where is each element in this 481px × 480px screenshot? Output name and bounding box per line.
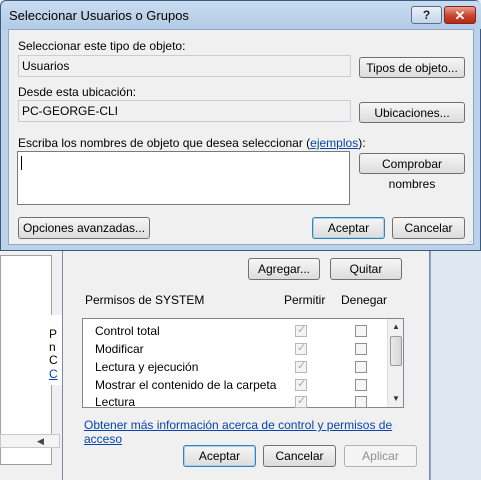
remove-button[interactable]: Quitar <box>330 258 402 280</box>
permissions-list: Control total ✓ Modificar ✓ Lectura y ej… <box>82 318 404 411</box>
help-button[interactable]: ? <box>411 6 442 24</box>
dialog-title: Seleccionar Usuarios o Grupos <box>9 8 189 23</box>
allow-checkbox[interactable]: ✓ <box>295 342 307 355</box>
permission-label: Control total <box>95 324 160 338</box>
permission-label: Lectura y ejecución <box>95 360 199 374</box>
deny-column-header: Denegar <box>341 293 388 307</box>
scroll-thumb[interactable] <box>390 336 402 366</box>
permission-row: Control total ✓ <box>95 322 395 340</box>
permission-label: Modificar <box>95 342 144 356</box>
title-bar[interactable]: Seleccionar Usuarios o Grupos ? ✕ <box>1 1 481 29</box>
checkmark-icon: ✓ <box>297 395 307 407</box>
text-caret <box>21 156 22 170</box>
permission-row: Mostrar el contenido de la carpeta ✓ <box>95 376 395 394</box>
scroll-down-arrow-icon[interactable]: ▼ <box>388 391 404 406</box>
location-label: Desde esta ubicación: <box>18 85 137 99</box>
resize-grip-icon[interactable]: ⋰ <box>467 238 477 249</box>
object-type-label: Seleccionar este tipo de objeto: <box>18 39 186 53</box>
cancel-button[interactable]: Cancelar <box>392 217 465 239</box>
scroll-left-arrow-icon[interactable]: ◀ <box>37 436 44 447</box>
close-icon: ✕ <box>454 8 466 23</box>
deny-checkbox[interactable] <box>355 325 367 337</box>
locations-button[interactable]: Ubicaciones... <box>359 102 465 123</box>
permission-row: Modificar ✓ <box>95 340 395 358</box>
check-names-button[interactable]: Comprobar nombres <box>359 153 465 191</box>
allow-column-header: Permitir <box>284 293 326 307</box>
background-horizontal-scrollbar[interactable]: ◀ <box>0 434 60 448</box>
location-field: PC-GEORGE-CLI <box>18 100 351 122</box>
permissions-cancel-button[interactable]: Cancelar <box>263 445 336 467</box>
background-text-fragment: C <box>49 353 58 367</box>
dialog-body: Seleccionar este tipo de objeto: Usuario… <box>8 29 474 245</box>
examples-link[interactable]: ejemplos <box>310 136 358 150</box>
object-types-button[interactable]: Tipos de objeto... <box>359 57 465 78</box>
object-names-label: Escriba los nombres de objeto que desea … <box>18 136 366 150</box>
background-text-fragment: P <box>49 327 58 341</box>
question-mark-icon: ? <box>422 8 431 22</box>
checkmark-icon: ✓ <box>297 378 307 390</box>
add-button[interactable]: Agregar... <box>248 258 320 280</box>
checkmark-icon: ✓ <box>297 342 307 354</box>
select-users-dialog: Seleccionar Usuarios o Grupos ? ✕ Selecc… <box>0 0 481 251</box>
apply-button[interactable]: Aplicar <box>344 445 417 467</box>
deny-checkbox[interactable] <box>355 379 367 391</box>
object-names-label-end: ): <box>358 136 366 150</box>
allow-checkbox[interactable]: ✓ <box>295 378 307 391</box>
permissions-scrollbar[interactable]: ▲ ▼ <box>387 319 403 407</box>
advanced-button[interactable]: Opciones avanzadas... <box>18 217 150 239</box>
permission-row: Lectura ✓ <box>95 393 395 411</box>
deny-checkbox[interactable] <box>355 343 367 355</box>
ok-button[interactable]: Aceptar <box>312 217 385 239</box>
deny-checkbox[interactable] <box>355 361 367 373</box>
permission-label: Lectura <box>95 395 136 409</box>
object-type-field: Usuarios <box>18 55 351 77</box>
permissions-ok-button[interactable]: Aceptar <box>183 445 256 467</box>
object-names-label-text: Escriba los nombres de objeto que desea … <box>18 136 311 150</box>
object-names-input[interactable] <box>17 151 350 205</box>
allow-checkbox[interactable]: ✓ <box>295 360 307 373</box>
background-text-fragment: n <box>49 340 56 354</box>
scroll-up-arrow-icon[interactable]: ▲ <box>388 319 404 334</box>
permission-label: Mostrar el contenido de la carpeta <box>95 378 277 392</box>
deny-checkbox[interactable] <box>355 396 367 408</box>
more-info-link[interactable]: Obtener más información acerca de contro… <box>84 418 429 446</box>
background-window-frame <box>430 248 481 480</box>
allow-checkbox[interactable]: ✓ <box>295 395 307 408</box>
background-text-column: P n C C <box>46 315 62 385</box>
allow-checkbox[interactable]: ✓ <box>295 324 307 337</box>
checkmark-icon: ✓ <box>297 324 307 336</box>
permission-row: Lectura y ejecución ✓ <box>95 358 395 376</box>
background-link-fragment[interactable]: C <box>49 367 58 381</box>
close-button[interactable]: ✕ <box>444 6 476 24</box>
checkmark-icon: ✓ <box>297 360 307 372</box>
permissions-for-label: Permisos de SYSTEM <box>85 293 205 307</box>
